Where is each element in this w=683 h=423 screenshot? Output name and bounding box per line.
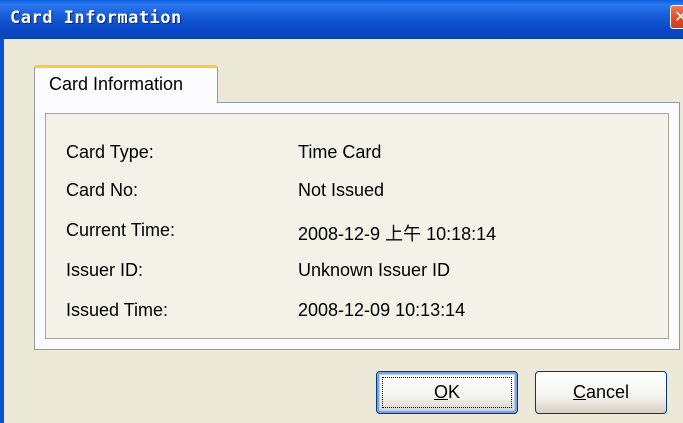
- field-row-issuer-id: Issuer ID: Unknown Issuer ID: [46, 260, 666, 284]
- cancel-mnemonic: C: [572, 382, 586, 402]
- card-no-value: Not Issued: [298, 180, 385, 200]
- tab-card-information[interactable]: Card Information: [34, 65, 218, 103]
- issued-time-value: 2008-12-09 10:13:14: [298, 300, 466, 320]
- cancel-label-rest: ancel: [585, 382, 630, 402]
- field-row-card-no: Card No: Not Issued: [46, 180, 666, 204]
- card-type-label: Card Type:: [66, 142, 154, 162]
- tab-label: Card Information: [49, 74, 184, 94]
- current-time-value: 2008-12-9 上午 10:18:14: [298, 224, 497, 244]
- close-button[interactable]: ✕: [670, 5, 683, 29]
- window-frame-left: [0, 38, 4, 423]
- card-details-group: Card Type: Time Card Card No: Not Issued…: [45, 113, 669, 339]
- focus-rectangle: [382, 377, 512, 408]
- card-information-dialog: Card Information ✕ Card Information Card…: [0, 0, 683, 423]
- window-title: Card Information: [10, 8, 182, 28]
- card-no-label: Card No:: [66, 180, 139, 200]
- field-row-current-time: Current Time: 2008-12-9 上午 10:18:14: [46, 220, 666, 244]
- ok-button[interactable]: OK: [376, 371, 518, 414]
- current-time-label: Current Time:: [66, 220, 176, 240]
- field-row-card-type: Card Type: Time Card: [46, 142, 666, 166]
- field-row-issued-time: Issued Time: 2008-12-09 10:13:14: [46, 300, 666, 324]
- cancel-button[interactable]: Cancel: [535, 371, 667, 414]
- issuer-id-value: Unknown Issuer ID: [298, 260, 451, 280]
- close-icon: ✕: [674, 7, 683, 26]
- card-type-value: Time Card: [298, 142, 382, 162]
- title-bar[interactable]: Card Information ✕: [0, 0, 683, 39]
- issuer-id-label: Issuer ID:: [66, 260, 144, 280]
- tab-panel: Card Type: Time Card Card No: Not Issued…: [34, 102, 680, 350]
- issued-time-label: Issued Time:: [66, 300, 169, 320]
